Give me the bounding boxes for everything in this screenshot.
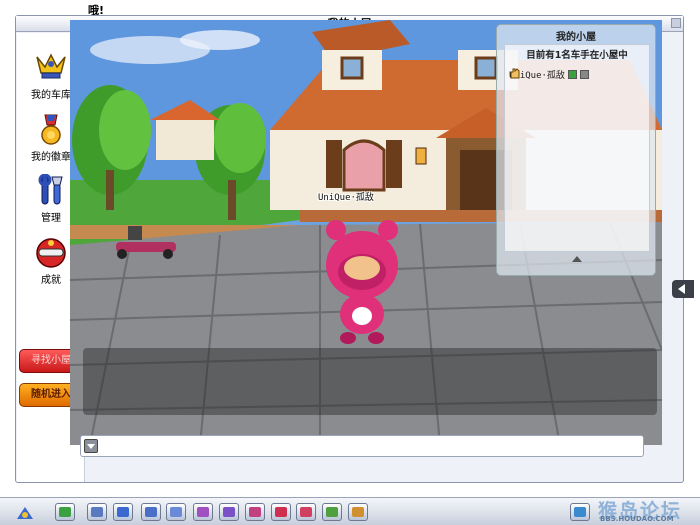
- hand-icon: [510, 68, 520, 79]
- expand-left-icon[interactable]: [672, 280, 694, 298]
- book-icon[interactable]: [271, 503, 291, 521]
- room-count-text: 目前有1名车手在小屋中: [526, 50, 628, 61]
- home-icon[interactable]: [113, 503, 133, 521]
- list-item[interactable]: UniQue·孤敌: [509, 67, 589, 81]
- friends-icon[interactable]: [296, 503, 316, 521]
- chat-icon[interactable]: [322, 503, 342, 521]
- start-menu-icon[interactable]: [15, 503, 35, 521]
- panel-collapse-up-icon[interactable]: [572, 256, 582, 262]
- top-strip: 哦!: [0, 0, 700, 17]
- watermark-sub: BBS.HOUDAO.COM: [600, 515, 674, 523]
- titlebar-control-icon[interactable]: [671, 18, 681, 28]
- music-icon[interactable]: [219, 503, 239, 521]
- help-icon[interactable]: [570, 503, 590, 521]
- gray-status-icon: [579, 69, 589, 79]
- shop-icon[interactable]: [87, 503, 107, 521]
- medal-icon: [41, 114, 61, 145]
- heart-icon[interactable]: [245, 503, 265, 521]
- green-status-icon: [567, 69, 577, 79]
- chat-input[interactable]: [80, 435, 644, 457]
- watermark: 猴岛论坛 BBS.HOUDAO.COM: [598, 496, 700, 525]
- game-scene[interactable]: UniQue·孤敌 我的小屋 目前有1名车手在小屋中 UniQue·孤敌: [70, 20, 662, 445]
- tools-icon: [38, 174, 63, 205]
- gift-icon[interactable]: [193, 503, 213, 521]
- achievement-helmet-icon: [36, 238, 66, 268]
- settings-icon[interactable]: [348, 503, 368, 521]
- chat-channel-dropdown-icon[interactable]: [84, 439, 98, 453]
- back-icon[interactable]: [55, 503, 75, 521]
- calendar-icon[interactable]: [166, 503, 186, 521]
- room-panel-title: 我的小屋: [556, 32, 596, 43]
- player-nameplate: UniQue·孤敌: [318, 193, 374, 203]
- tools-taskbar-icon[interactable]: [141, 503, 161, 521]
- chat-log: [83, 348, 657, 415]
- taskbar: [0, 497, 700, 525]
- room-player-list: 目前有1名车手在小屋中 UniQue·孤敌: [504, 44, 650, 252]
- room-panel: 我的小屋 目前有1名车手在小屋中 UniQue·孤敌: [496, 24, 656, 276]
- trophy-garage-icon: [36, 53, 66, 79]
